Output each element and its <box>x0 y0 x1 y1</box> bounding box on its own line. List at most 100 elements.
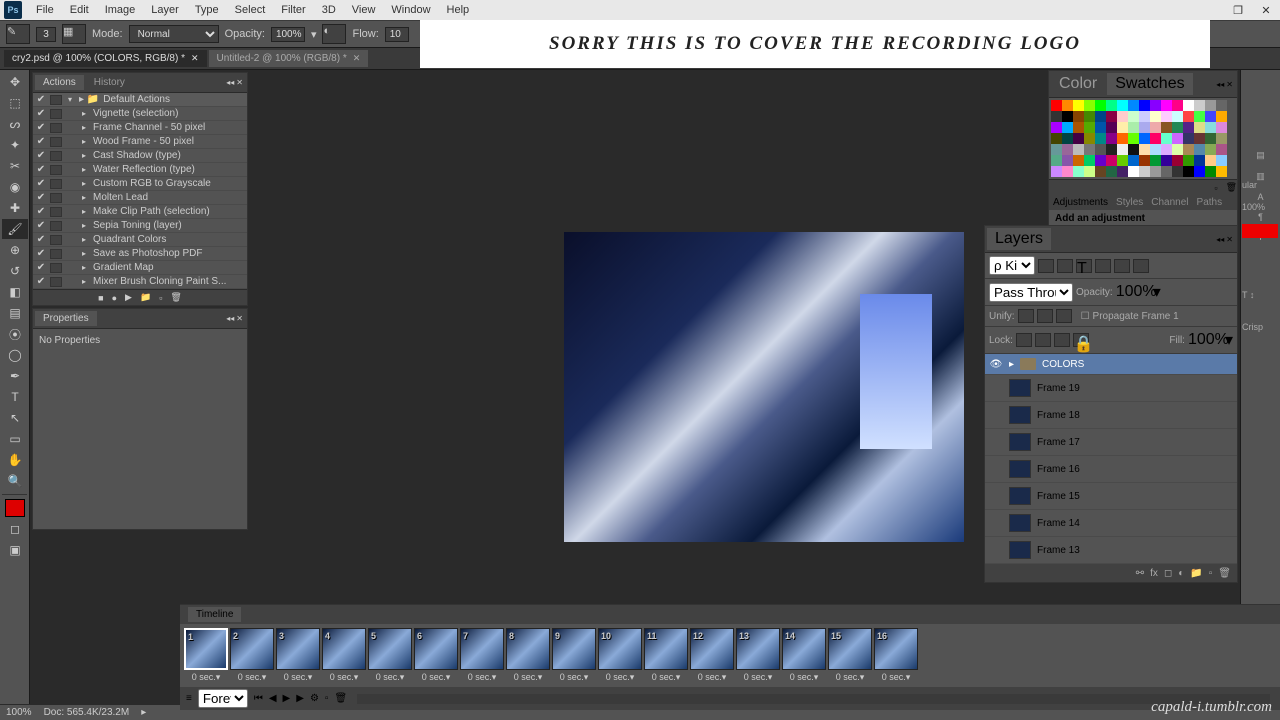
lock-pixel-icon[interactable] <box>1035 333 1051 347</box>
lock-all-icon[interactable]: 🔒 <box>1073 333 1089 347</box>
close-icon[interactable]: ✕ <box>1226 80 1233 89</box>
marquee-tool[interactable]: ⬚ <box>2 93 28 113</box>
pen-tool[interactable]: ✒ <box>2 366 28 386</box>
swatch[interactable] <box>1216 166 1227 177</box>
fx-icon[interactable]: fx <box>1150 568 1158 579</box>
trash-icon[interactable]: 🗑 <box>334 693 347 704</box>
tween-icon[interactable]: ⚙ <box>310 693 319 704</box>
swatch[interactable] <box>1062 111 1073 122</box>
swatch[interactable] <box>1150 133 1161 144</box>
swatch[interactable] <box>1194 144 1205 155</box>
trash-icon[interactable]: 🗑 <box>170 292 181 303</box>
swatch[interactable] <box>1139 100 1150 111</box>
swatch[interactable] <box>1205 155 1216 166</box>
filter-type-icon[interactable]: T <box>1076 259 1092 273</box>
menu-3d[interactable]: 3D <box>314 4 344 16</box>
new-frame-icon[interactable]: ▫ <box>325 693 329 704</box>
swatch[interactable] <box>1172 155 1183 166</box>
swatch[interactable] <box>1062 144 1073 155</box>
play-icon[interactable]: ▶ <box>125 292 132 303</box>
swatch[interactable] <box>1106 122 1117 133</box>
close-icon[interactable]: ✕ <box>353 53 361 64</box>
layer-opacity-field[interactable]: 100% <box>1116 283 1150 301</box>
document-canvas[interactable] <box>564 232 964 542</box>
swatch[interactable] <box>1161 166 1172 177</box>
action-item[interactable]: ✔▸Vignette (selection) <box>33 107 247 121</box>
swatch[interactable] <box>1073 144 1084 155</box>
blend-mode-select[interactable]: Pass Through <box>989 283 1073 302</box>
swatch[interactable] <box>1172 100 1183 111</box>
swatch[interactable] <box>1183 133 1194 144</box>
paths-tab[interactable]: Paths <box>1197 197 1223 208</box>
dodge-tool[interactable]: ◯ <box>2 345 28 365</box>
swatch[interactable] <box>1062 122 1073 133</box>
next-frame-icon[interactable]: ▶ <box>296 693 304 704</box>
eraser-tool[interactable]: ◧ <box>2 282 28 302</box>
opacity-field[interactable]: 100% <box>271 27 305 42</box>
swatch[interactable] <box>1117 155 1128 166</box>
swatch[interactable] <box>1062 100 1073 111</box>
swatch[interactable] <box>1161 144 1172 155</box>
menu-file[interactable]: File <box>28 4 62 16</box>
swatch[interactable] <box>1095 166 1106 177</box>
timeline-tab[interactable]: Timeline <box>188 607 241 622</box>
swatch[interactable] <box>1194 122 1205 133</box>
action-item[interactable]: ✔▸Mixer Brush Cloning Paint S... <box>33 275 247 289</box>
stop-icon[interactable]: ■ <box>98 293 103 303</box>
menu-filter[interactable]: Filter <box>273 4 313 16</box>
filter-toggle-icon[interactable] <box>1133 259 1149 273</box>
stamp-tool[interactable]: ⊕ <box>2 240 28 260</box>
swatch[interactable] <box>1172 144 1183 155</box>
actions-tab[interactable]: Actions <box>35 75 84 90</box>
swatch[interactable] <box>1205 166 1216 177</box>
swatch[interactable] <box>1183 144 1194 155</box>
swatch[interactable] <box>1172 111 1183 122</box>
lock-trans-icon[interactable] <box>1016 333 1032 347</box>
mode-select[interactable]: Normal <box>129 25 219 43</box>
styles-tab[interactable]: Styles <box>1116 197 1143 208</box>
flow-field[interactable]: 10 <box>385 27 409 42</box>
action-item[interactable]: ✔▸Cast Shadow (type) <box>33 149 247 163</box>
swatch[interactable] <box>1128 155 1139 166</box>
swatch[interactable] <box>1095 133 1106 144</box>
swatch[interactable] <box>1084 111 1095 122</box>
action-item[interactable]: ✔▸Gradient Map <box>33 261 247 275</box>
fill-field[interactable]: 100% <box>1188 331 1222 349</box>
swatch[interactable] <box>1205 144 1216 155</box>
swatch[interactable] <box>1095 144 1106 155</box>
filter-pixel-icon[interactable] <box>1038 259 1054 273</box>
action-item[interactable]: ✔▸Sepia Toning (layer) <box>33 219 247 233</box>
swatch[interactable] <box>1150 166 1161 177</box>
swatch[interactable] <box>1051 144 1062 155</box>
swatch[interactable] <box>1205 122 1216 133</box>
zoom-tool[interactable]: 🔍 <box>2 471 28 491</box>
timeline-frame[interactable]: 60 sec.▾ <box>414 628 458 683</box>
swatch[interactable] <box>1161 100 1172 111</box>
swatch[interactable] <box>1117 166 1128 177</box>
swatch[interactable] <box>1183 111 1194 122</box>
trash-icon[interactable]: 🗑 <box>1226 182 1237 193</box>
swatch[interactable] <box>1128 111 1139 122</box>
swatch[interactable] <box>1194 111 1205 122</box>
close-icon[interactable]: ✕ <box>236 78 243 87</box>
wand-tool[interactable]: ✦ <box>2 135 28 155</box>
collapse-icon[interactable]: ◂◂ <box>1216 80 1224 89</box>
swatch[interactable] <box>1128 122 1139 133</box>
swatch[interactable] <box>1216 100 1227 111</box>
timeline-scrollbar[interactable] <box>357 694 1270 704</box>
swatch[interactable] <box>1106 100 1117 111</box>
crop-tool[interactable]: ✂ <box>2 156 28 176</box>
brush-preset-icon[interactable]: ✎ <box>6 24 30 44</box>
swatch[interactable] <box>1194 133 1205 144</box>
layer-row[interactable]: Frame 16 <box>985 456 1237 483</box>
swatch[interactable] <box>1128 166 1139 177</box>
channel-tab[interactable]: Channel <box>1151 197 1188 208</box>
timeline-frame[interactable]: 100 sec.▾ <box>598 628 642 683</box>
menu-edit[interactable]: Edit <box>62 4 97 16</box>
timeline-frame[interactable]: 110 sec.▾ <box>644 628 688 683</box>
swatch[interactable] <box>1172 122 1183 133</box>
swatch[interactable] <box>1139 122 1150 133</box>
swatch[interactable] <box>1106 166 1117 177</box>
swatch[interactable] <box>1205 133 1216 144</box>
prev-frame-icon[interactable]: ◀ <box>269 693 277 704</box>
